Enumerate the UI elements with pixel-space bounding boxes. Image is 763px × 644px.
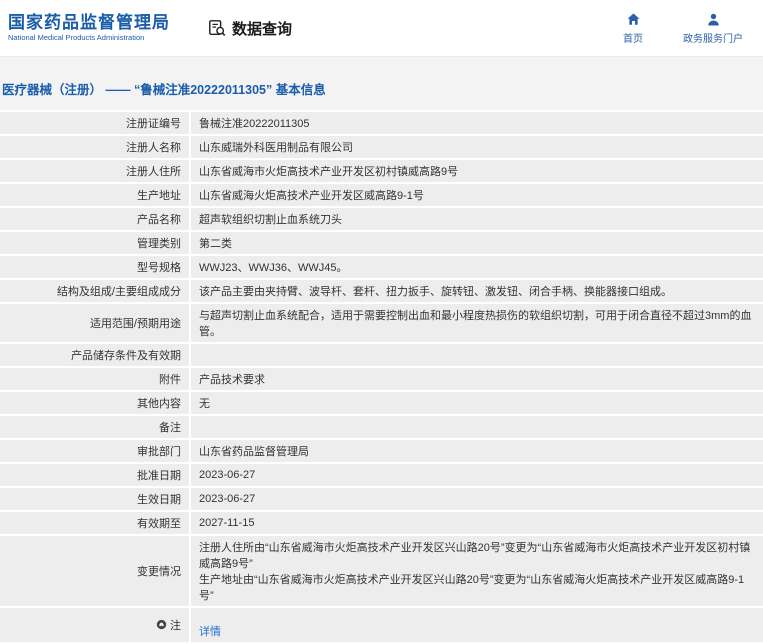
table-row: 型号规格 WWJ23、WWJ36、WWJ45。 [0, 255, 763, 280]
field-value: 2023-06-27 [190, 463, 763, 488]
table-row: 备注 [0, 415, 763, 440]
field-value: 无 [190, 391, 763, 416]
table-row: 适用范围/预期用途 与超声切割止血系统配合，适用于需要控制出血和最小程度热损伤的软… [0, 303, 763, 344]
top-navigation: 首页 政务服务门户 [613, 12, 743, 45]
field-label: 管理类别 [0, 231, 191, 256]
field-value [190, 343, 763, 368]
table-row: 审批部门 山东省药品监督管理局 [0, 439, 763, 464]
field-label: 型号规格 [0, 255, 191, 280]
table-row: 注册人住所 山东省威海市火炬高技术产业开发区初村镇威高路9号 [0, 159, 763, 184]
field-value: 2023-06-27 [190, 487, 763, 512]
org-name-cn: 国家药品监督管理局 [8, 12, 170, 32]
nmpa-logo: 国家药品监督管理局 National Medical Products Admi… [8, 13, 170, 43]
field-value: WWJ23、WWJ36、WWJ45。 [190, 255, 763, 280]
field-label: 注册人住所 [0, 159, 191, 184]
table-row: 生效日期 2023-06-27 [0, 487, 763, 512]
user-icon [706, 12, 721, 27]
table-row: 生产地址 山东省威海火炬高技术产业开发区威高路9-1号 [0, 183, 763, 208]
page-title: 医疗器械（注册） —— “鲁械注准20222011305” 基本信息 [2, 83, 326, 97]
note-icon [156, 619, 167, 630]
table-row: 变更情况 注册人住所由“山东省威海市火炬高技术产业开发区兴山路20号”变更为“山东… [0, 535, 763, 608]
table-row-note: 注 详情 [0, 607, 763, 644]
data-query-tab[interactable]: 数据查询 [208, 18, 292, 39]
field-label: 变更情况 [0, 535, 191, 608]
nav-portal[interactable]: 政务服务门户 [683, 12, 743, 45]
org-name-en: National Medical Products Administration [8, 33, 145, 43]
field-label: 产品储存条件及有效期 [0, 343, 191, 368]
field-value: 山东省威海火炬高技术产业开发区威高路9-1号 [190, 183, 763, 208]
field-value: 2027-11-15 [190, 511, 763, 536]
nav-home[interactable]: 首页 [613, 12, 653, 45]
field-value: 超声软组织切割止血系统刀头 [190, 207, 763, 232]
field-label: 结构及组成/主要组成成分 [0, 279, 191, 304]
field-label: 有效期至 [0, 511, 191, 536]
field-value: 该产品主要由夹持臂、波导杆、套杆、扭力扳手、旋转钮、激发钮、闭合手柄、换能器接口… [190, 279, 763, 304]
note-field-label: 注 [0, 607, 191, 644]
table-row: 产品储存条件及有效期 [0, 343, 763, 368]
field-label: 批准日期 [0, 463, 191, 488]
field-label: 注册证编号 [0, 110, 191, 136]
field-value: 鲁械注准20222011305 [190, 110, 763, 136]
field-value: 山东省威海市火炬高技术产业开发区初村镇威高路9号 [190, 159, 763, 184]
field-label: 产品名称 [0, 207, 191, 232]
data-query-icon [208, 19, 226, 37]
field-value [190, 415, 763, 440]
table-row: 批准日期 2023-06-27 [0, 463, 763, 488]
field-value: 山东威瑞外科医用制品有限公司 [190, 135, 763, 160]
field-label: 附件 [0, 367, 191, 392]
field-value: 与超声切割止血系统配合，适用于需要控制出血和最小程度热损伤的软组织切割，可用于闭… [190, 303, 763, 344]
field-label: 生产地址 [0, 183, 191, 208]
top-header: 国家药品监督管理局 National Medical Products Admi… [0, 0, 763, 57]
field-label: 适用范围/预期用途 [0, 303, 191, 344]
table-row: 注册证编号 鲁械注准20222011305 [0, 110, 763, 136]
field-value: 注册人住所由“山东省威海市火炬高技术产业开发区兴山路20号”变更为“山东省威海市… [190, 535, 763, 608]
field-value: 产品技术要求 [190, 367, 763, 392]
table-row: 结构及组成/主要组成成分 该产品主要由夹持臂、波导杆、套杆、扭力扳手、旋转钮、激发… [0, 279, 763, 304]
home-icon [626, 12, 641, 27]
note-label-text: 注 [170, 619, 181, 632]
data-query-label: 数据查询 [232, 20, 293, 38]
table-row: 管理类别 第二类 [0, 231, 763, 256]
table-row: 附件 产品技术要求 [0, 367, 763, 392]
field-label: 备注 [0, 415, 191, 440]
field-label: 其他内容 [0, 391, 191, 416]
main-content: 医疗器械（注册） —— “鲁械注准20222011305” 基本信息 注册证编号… [0, 57, 763, 644]
nav-portal-label: 政务服务门户 [683, 33, 743, 45]
table-row: 产品名称 超声软组织切割止血系统刀头 [0, 207, 763, 232]
field-label: 注册人名称 [0, 135, 191, 160]
registration-info-table: 注册证编号 鲁械注准20222011305 注册人名称 山东威瑞外科医用制品有限公司… [0, 110, 763, 644]
nav-home-label: 首页 [623, 33, 643, 45]
field-label: 审批部门 [0, 439, 191, 464]
table-row: 其他内容无 [0, 391, 763, 416]
table-row: 注册人名称 山东威瑞外科医用制品有限公司 [0, 135, 763, 160]
details-link[interactable]: 详情 [199, 626, 221, 638]
field-value: 第二类 [190, 231, 763, 256]
note-field-value: 详情 [190, 607, 763, 644]
field-value: 山东省药品监督管理局 [190, 439, 763, 464]
table-row: 有效期至 2027-11-15 [0, 511, 763, 536]
field-label: 生效日期 [0, 487, 191, 512]
